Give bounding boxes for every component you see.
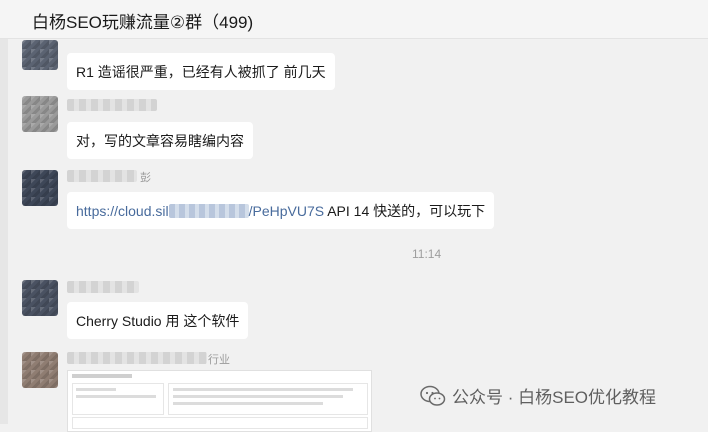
wechat-icon — [420, 385, 446, 406]
chat-title: 白杨SEO玩赚流量②群（499) — [32, 13, 254, 32]
shared-screenshot-image[interactable] — [67, 370, 372, 432]
message-bubble[interactable]: 对，写的文章容易瞎编内容 — [67, 122, 253, 159]
left-panel-edge — [0, 39, 8, 424]
message-bubble[interactable]: Cherry Studio 用 这个软件 — [67, 302, 249, 339]
watermark-text: 公众号 · 白杨SEO优化教程 — [452, 388, 657, 407]
message-bubble[interactable]: R1 造谣很严重，已经有人被抓了 前几天 — [67, 53, 335, 90]
timestamp: 11:14 — [412, 247, 442, 261]
message-link[interactable]: https://cloud.sil/PeHpVU7S — [76, 203, 324, 219]
avatar[interactable] — [22, 352, 58, 388]
message-text: Cherry Studio 用 这个软件 — [76, 313, 240, 329]
sender-name-tail: 彭 — [140, 172, 151, 184]
sender-name-blurred — [67, 99, 157, 111]
redacted-segment — [168, 204, 249, 218]
sender-name-blurred — [67, 352, 207, 364]
sender-name-blurred — [67, 281, 139, 293]
sender-name-tail: 行业 — [208, 354, 230, 366]
avatar[interactable] — [22, 280, 58, 316]
avatar[interactable] — [22, 40, 58, 70]
message-bubble[interactable]: https://cloud.sil/PeHpVU7S API 14 快送的，可以… — [67, 192, 495, 229]
message-text: R1 造谣很严重，已经有人被抓了 前几天 — [76, 64, 326, 80]
chat-header: 白杨SEO玩赚流量②群（499) — [0, 0, 708, 39]
watermark: 公众号 · 白杨SEO优化教程 — [420, 383, 656, 408]
message-text: API 14 快送的，可以玩下 — [324, 203, 486, 219]
avatar[interactable] — [22, 170, 58, 206]
sender-name-blurred — [67, 170, 137, 182]
message-text: 对，写的文章容易瞎编内容 — [76, 133, 244, 149]
avatar[interactable] — [22, 96, 58, 132]
